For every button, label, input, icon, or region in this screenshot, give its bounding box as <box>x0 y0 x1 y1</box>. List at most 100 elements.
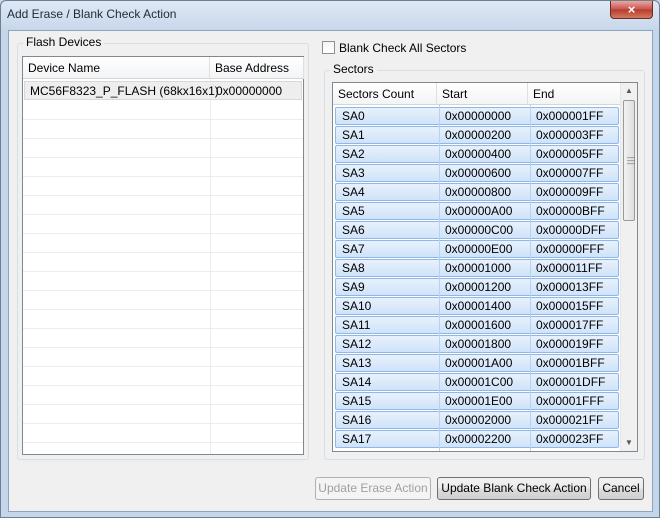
scroll-up-icon[interactable]: ▲ <box>621 83 637 99</box>
device-name-cell: MC56F8323_P_FLASH (68kx16x1) <box>30 84 219 98</box>
sector-end-cell: 0x000023FF <box>536 432 604 446</box>
table-row[interactable]: SA14 0x00001C00 0x00001DFF <box>335 373 619 391</box>
table-row[interactable]: SA7 0x00000E00 0x00000FFF <box>335 240 619 258</box>
table-row[interactable]: SA2 0x00000400 0x000005FF <box>335 145 619 163</box>
sector-name-cell: SA16 <box>342 413 372 427</box>
sector-start-cell: 0x00000E00 <box>445 242 513 256</box>
table-row[interactable]: SA11 0x00001600 0x000017FF <box>335 316 619 334</box>
sector-name-cell: SA1 <box>342 128 365 142</box>
sector-end-cell: 0x000017FF <box>536 318 604 332</box>
table-row[interactable]: SA1 0x00000200 0x000003FF <box>335 126 619 144</box>
table-row[interactable]: SA6 0x00000C00 0x00000DFF <box>335 221 619 239</box>
column-divider <box>439 105 440 451</box>
dialog-window: Add Erase / Blank Check Action × Flash D… <box>0 0 660 518</box>
column-divider <box>210 79 211 454</box>
grid-row-line <box>23 347 303 348</box>
sector-name-cell: SA17 <box>342 432 372 446</box>
cancel-button[interactable]: Cancel <box>598 477 644 500</box>
sector-end-cell: 0x000007FF <box>536 166 604 180</box>
sector-end-cell: 0x000021FF <box>536 413 604 427</box>
column-sectors-count[interactable]: Sectors Count <box>333 83 437 105</box>
grid-row-line <box>23 119 303 120</box>
table-row[interactable]: SA8 0x00001000 0x000011FF <box>335 259 619 277</box>
sectors-label: Sectors <box>330 62 377 76</box>
sector-start-cell: 0x00000A00 <box>445 204 513 218</box>
sector-name-cell: SA7 <box>342 242 365 256</box>
sector-start-cell: 0x00000800 <box>445 185 512 199</box>
column-base-address[interactable]: Base Address <box>210 57 304 79</box>
sector-start-cell: 0x00001000 <box>445 261 512 275</box>
update-blank-check-action-button[interactable]: Update Blank Check Action <box>437 477 591 500</box>
sector-name-cell: SA15 <box>342 394 372 408</box>
sector-end-cell: 0x000013FF <box>536 280 604 294</box>
grid-row-line <box>23 328 303 329</box>
grid-row-line <box>23 404 303 405</box>
grid-row-line <box>23 176 303 177</box>
grid-row-line <box>23 252 303 253</box>
blank-check-all-checkbox[interactable] <box>322 41 335 54</box>
sector-start-cell: 0x00000600 <box>445 166 512 180</box>
sector-name-cell: SA5 <box>342 204 365 218</box>
grid-row-line <box>23 442 303 443</box>
sector-name-cell: SA10 <box>342 299 372 313</box>
sector-name-cell: SA9 <box>342 280 365 294</box>
column-device-name[interactable]: Device Name <box>23 57 210 79</box>
table-row[interactable]: SA5 0x00000A00 0x00000BFF <box>335 202 619 220</box>
table-row[interactable]: SA9 0x00001200 0x000013FF <box>335 278 619 296</box>
flash-devices-header: Device Name Base Address <box>23 57 304 79</box>
grid-row-line <box>23 271 303 272</box>
flash-devices-label: Flash Devices <box>23 35 105 49</box>
sector-start-cell: 0x00000200 <box>445 128 512 142</box>
table-row[interactable]: SA3 0x00000600 0x000007FF <box>335 164 619 182</box>
grid-row-line <box>23 461 303 462</box>
sectors-table[interactable]: Sectors Count Start End SA0 0x00000000 0x0… <box>332 82 638 452</box>
sector-name-cell: SA4 <box>342 185 365 199</box>
column-end[interactable]: End <box>528 83 621 105</box>
sector-start-cell: 0x00002000 <box>445 413 512 427</box>
column-start[interactable]: Start <box>437 83 528 105</box>
sector-name-cell: SA2 <box>342 147 365 161</box>
flash-devices-table[interactable]: Device Name Base Address MC56F8323_P_FLA… <box>22 56 304 462</box>
scroll-thumb[interactable]: — — — <box>623 100 635 221</box>
table-row[interactable]: SA13 0x00001A00 0x00001BFF <box>335 354 619 372</box>
sector-name-cell: SA11 <box>342 318 371 332</box>
sector-name-cell: SA12 <box>342 337 372 351</box>
sector-end-cell: 0x00000FFF <box>536 242 605 256</box>
sector-start-cell: 0x00000C00 <box>445 223 514 237</box>
sector-name-cell: SA0 <box>342 109 365 123</box>
table-row[interactable]: SA16 0x00002000 0x000021FF <box>335 411 619 429</box>
sector-start-cell: 0x00001600 <box>445 318 512 332</box>
sector-name-cell: SA3 <box>342 166 365 180</box>
grid-row-line <box>23 195 303 196</box>
base-address-cell: 0x00000000 <box>216 84 283 98</box>
scroll-down-icon[interactable]: ▼ <box>621 435 637 451</box>
sectors-scrollbar[interactable]: ▲ — — — ▼ <box>620 83 637 451</box>
sector-name-cell: SA8 <box>342 261 365 275</box>
table-row[interactable]: SA17 0x00002200 0x000023FF <box>335 430 619 448</box>
sector-end-cell: 0x000015FF <box>536 299 604 313</box>
grid-row-line <box>23 385 303 386</box>
table-row[interactable]: SA0 0x00000000 0x000001FF <box>335 107 619 125</box>
sector-end-cell: 0x000011FF <box>536 261 603 275</box>
close-button[interactable]: × <box>610 1 653 19</box>
table-row[interactable]: SA10 0x00001400 0x000015FF <box>335 297 619 315</box>
blank-check-all-label: Blank Check All Sectors <box>339 41 467 55</box>
grid-row-line <box>23 233 303 234</box>
grip-icon: — — — <box>627 153 635 168</box>
flash-devices-group: Flash Devices Device Name Base Address M… <box>17 35 309 462</box>
table-row[interactable]: SA12 0x00001800 0x000019FF <box>335 335 619 353</box>
grid-row-line <box>23 423 303 424</box>
grid-row-line <box>23 366 303 367</box>
update-erase-action-button[interactable]: Update Erase Action <box>315 477 431 500</box>
table-row[interactable]: SA4 0x00000800 0x000009FF <box>335 183 619 201</box>
grid-row-line <box>23 214 303 215</box>
sectors-header: Sectors Count Start End <box>333 83 621 105</box>
table-row[interactable]: MC56F8323_P_FLASH (68kx16x1) 0x00000000 <box>24 81 302 100</box>
sector-start-cell: 0x00001E00 <box>445 394 513 408</box>
sector-end-cell: 0x000003FF <box>536 128 604 142</box>
sector-start-cell: 0x00001C00 <box>445 375 514 389</box>
grid-row-line <box>23 290 303 291</box>
table-row[interactable]: SA15 0x00001E00 0x00001FFF <box>335 392 619 410</box>
grid-row-line <box>23 138 303 139</box>
sector-start-cell: 0x00001A00 <box>445 356 513 370</box>
